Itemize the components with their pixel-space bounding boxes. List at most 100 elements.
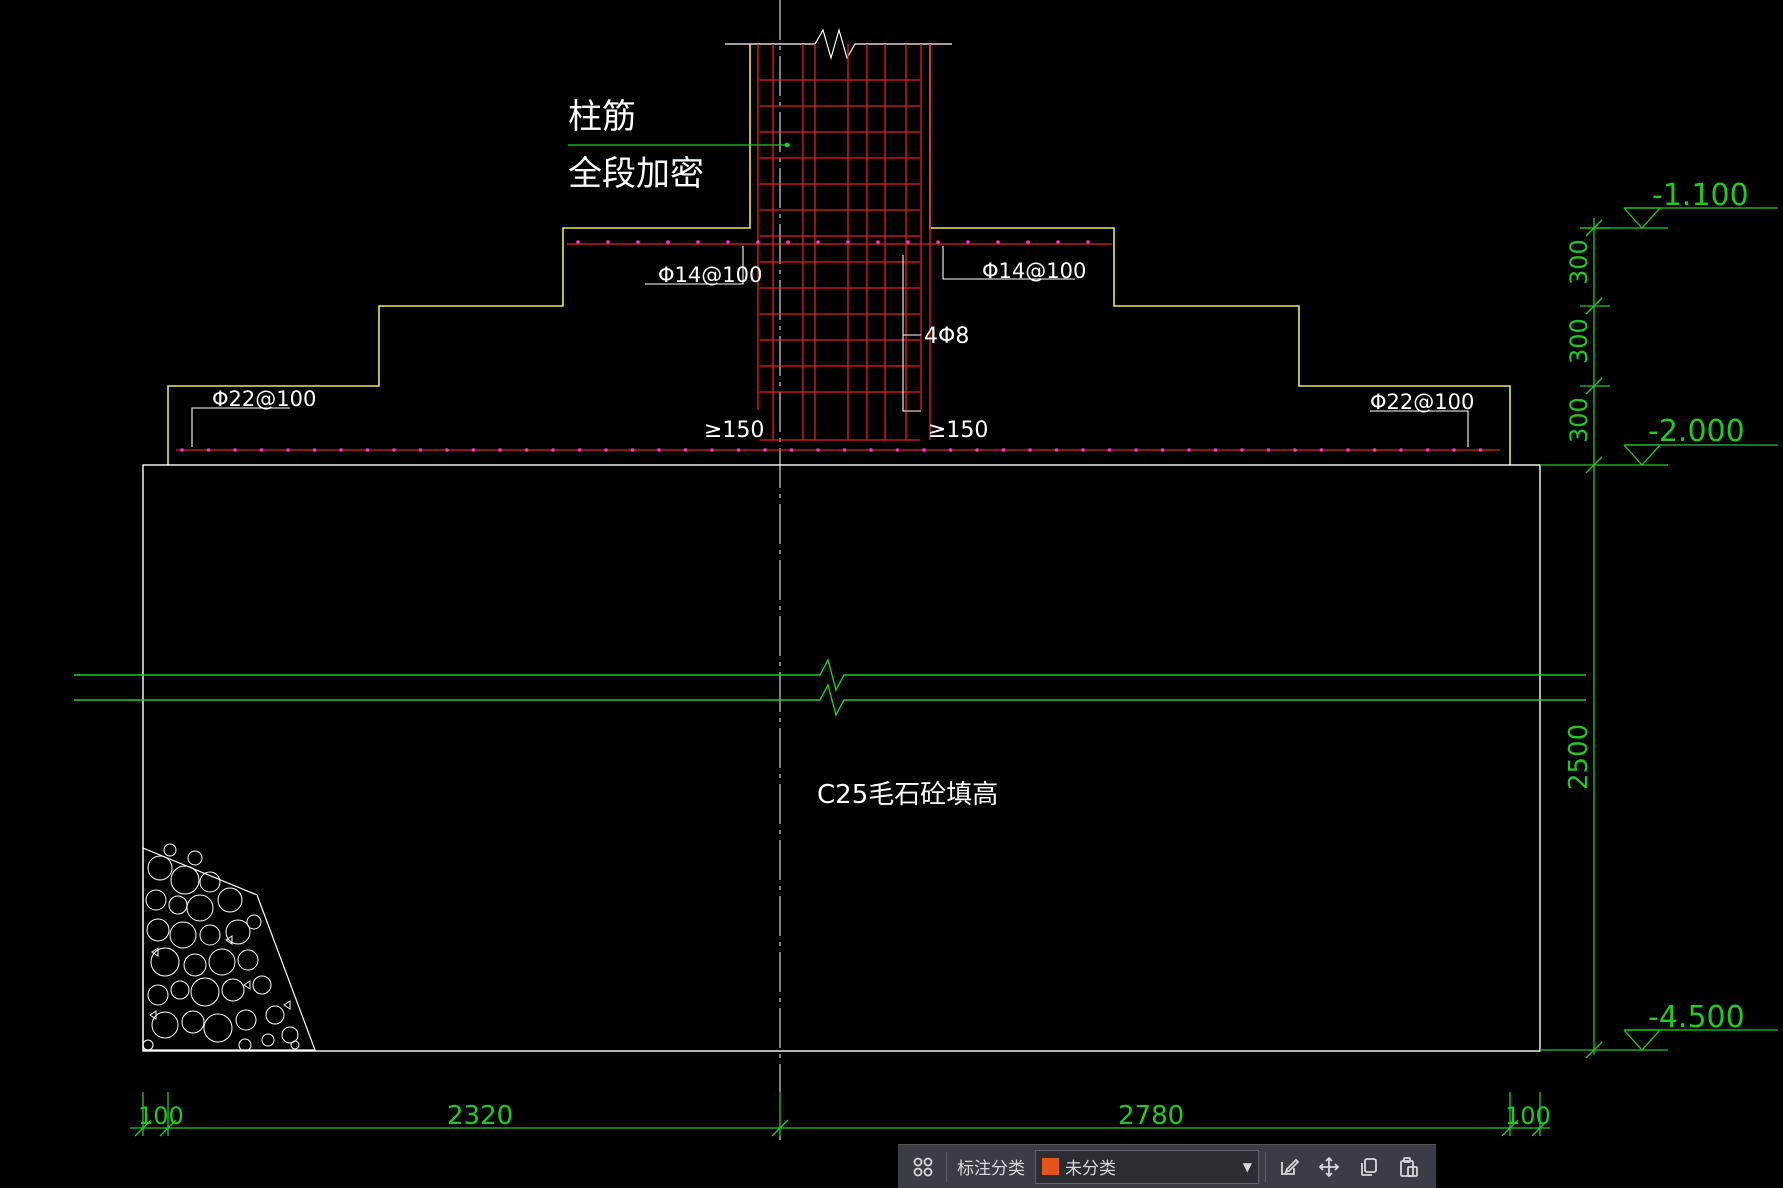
rebar-dot: [524, 448, 529, 452]
rubble-stone: [246, 914, 262, 930]
rebar-dot: [1001, 448, 1006, 452]
rubble-hatch: [142, 843, 316, 1052]
rubble-stone: [265, 1005, 285, 1025]
rebar-dot: [666, 240, 670, 244]
rubble-stone: [203, 1013, 233, 1043]
edit-icon[interactable]: [1272, 1150, 1306, 1184]
rubble-stone: [168, 895, 188, 915]
rebar-dot: [876, 240, 880, 244]
rubble-stone: [221, 978, 245, 1002]
rubble-stone: [252, 975, 272, 995]
rubble-stone: [163, 843, 177, 857]
rubble-stone: [147, 855, 173, 881]
rubble-stone: [190, 977, 220, 1007]
rebar-dot: [683, 448, 688, 452]
rebar-dot: [365, 448, 370, 452]
rebar-dot: [259, 448, 264, 452]
rebar-dot: [1425, 448, 1430, 452]
full-densify-label: 全段加密: [568, 154, 704, 194]
rebar-dot: [657, 448, 661, 452]
rebar-dot: [312, 448, 317, 452]
rebar-dot: [1028, 448, 1032, 452]
rebar-dot: [1134, 448, 1138, 452]
rubble-stone: [142, 1039, 154, 1051]
rebar-dot: [816, 240, 820, 244]
rebar-dot: [180, 448, 184, 452]
rebar-dot: [577, 448, 582, 452]
rebar-dot: [1054, 448, 1059, 452]
rubble-stone: [187, 850, 203, 866]
rebar-dot: [966, 240, 970, 244]
rebar-dot: [763, 448, 767, 452]
rebar-dot: [1056, 240, 1060, 244]
column-rebar-cage: [757, 44, 931, 441]
elevation-top: -1.100: [1652, 178, 1749, 213]
rebar-dot: [786, 240, 790, 244]
rubble-concrete-block: [142, 464, 1541, 1052]
rubble-stone: [237, 949, 259, 971]
category-value: 未分类: [1065, 1159, 1116, 1179]
rebar-dot: [286, 448, 290, 452]
paste-icon[interactable]: [1392, 1150, 1426, 1184]
rebar-dot: [606, 240, 610, 244]
copy-icon[interactable]: [1352, 1150, 1386, 1184]
break-line: [74, 658, 1586, 717]
rebar-dot: [636, 240, 640, 244]
rebar-dot: [816, 448, 820, 452]
rebar-dot: [696, 240, 700, 244]
rebar-right-lower-label: Φ22@100: [1370, 390, 1474, 414]
rebar-dot: [1452, 448, 1456, 452]
rebar-dot: [895, 448, 900, 452]
hdim-4: 100: [1505, 1102, 1551, 1130]
aggregate-triangle: [149, 1010, 157, 1020]
rebar-dot: [846, 240, 850, 244]
cad-canvas[interactable]: 柱筋 全段加密 Φ14@100 Φ14@100 4Φ8 Φ22@100 Φ22@…: [0, 0, 1783, 1188]
hdim-1: 100: [138, 1102, 184, 1130]
category-color-swatch: [1042, 1158, 1059, 1175]
rebar-dot: [1187, 448, 1191, 452]
toolbar-separator: [1265, 1151, 1266, 1182]
rebar-dot: [1399, 448, 1403, 452]
category-select[interactable]: 未分类 ▼: [1035, 1149, 1259, 1184]
leader-dot: [784, 142, 790, 148]
rubble-stone: [199, 924, 221, 946]
rebar-dot: [392, 448, 396, 452]
rubble-stone: [170, 980, 190, 1000]
rebar-dot: [1240, 448, 1244, 452]
rubble-stone: [217, 887, 243, 913]
rebar-dot: [1293, 448, 1297, 452]
rubble-stone: [150, 947, 180, 977]
rebar-dot: [630, 448, 635, 452]
aggregate-triangle: [243, 980, 251, 990]
rubble-stone: [261, 1033, 275, 1047]
rebar-dot: [604, 448, 608, 452]
rubble-stone: [238, 1038, 252, 1052]
rebar-dot: [996, 240, 1000, 244]
rubble-stone: [186, 894, 214, 922]
rebar-dot: [726, 240, 730, 244]
column-break-top: [725, 27, 952, 61]
rubble-stone: [147, 984, 169, 1006]
rebar-dot: [1346, 448, 1350, 452]
aggregate-triangle: [283, 1000, 291, 1010]
rebar-dot: [1107, 448, 1112, 452]
horizontal-dimension: [130, 1092, 1550, 1137]
vdim-3: 300: [1565, 397, 1593, 443]
rebar-dot: [1266, 448, 1271, 452]
rebar-dot: [1213, 448, 1218, 452]
rebar-dot: [1026, 240, 1030, 244]
hdim-2: 2320: [447, 1101, 513, 1131]
rebar-dot: [445, 448, 449, 452]
rebar-dot: [418, 448, 423, 452]
rebar-leaders: [191, 246, 1469, 447]
column-rebar-label: 柱筋: [568, 97, 636, 137]
rubble-stone: [290, 1040, 300, 1050]
rebar-dot: [906, 240, 910, 244]
rubble-stone: [235, 1009, 257, 1031]
move-icon[interactable]: [1312, 1150, 1346, 1184]
elevation-mid: -2.000: [1648, 414, 1745, 449]
rubble-stone: [181, 1010, 205, 1034]
rubble-stone: [146, 918, 170, 942]
grid-icon[interactable]: [906, 1150, 940, 1184]
fill-note-label: C25毛石砼填高: [817, 780, 998, 810]
